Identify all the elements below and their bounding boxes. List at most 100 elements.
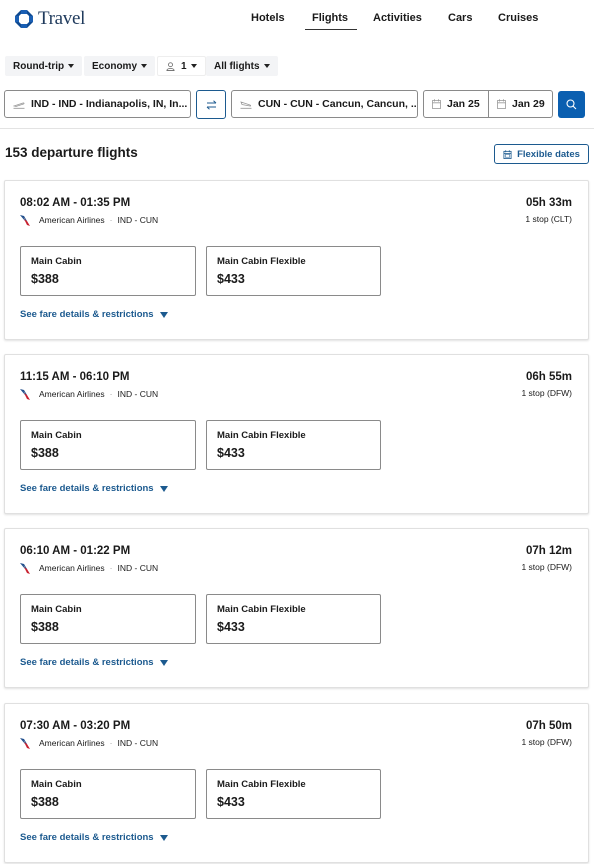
route: IND - CUN: [117, 563, 159, 573]
fare-price: $433: [217, 272, 245, 286]
separator-dot: ·: [109, 563, 113, 573]
landing-icon: [240, 100, 252, 109]
airline-name: American Airlines: [39, 738, 105, 748]
fare-name: Main Cabin Flexible: [217, 779, 306, 790]
flight-stops: 1 stop (DFW): [521, 388, 572, 398]
return-date-input[interactable]: Jan 29: [488, 90, 553, 118]
nav-hotels[interactable]: Hotels: [251, 12, 285, 24]
route: IND - CUN: [117, 738, 159, 748]
airline-name: American Airlines: [39, 215, 105, 225]
nav-cruises[interactable]: Cruises: [498, 12, 538, 24]
american-airlines-logo-icon: [20, 738, 30, 749]
swap-airports-button[interactable]: [196, 90, 226, 119]
fare-name: Main Cabin Flexible: [217, 604, 306, 615]
airline-name: American Airlines: [39, 563, 105, 573]
fare-option-main-cabin[interactable]: Main Cabin $388: [20, 420, 196, 470]
route: IND - CUN: [117, 389, 159, 399]
return-date-value: Jan 29: [512, 98, 545, 110]
trip-type-dropdown[interactable]: Round-trip: [5, 56, 83, 76]
caret-down-icon: [141, 64, 148, 68]
fare-price: $388: [31, 446, 59, 460]
flight-stops: 1 stop (DFW): [521, 562, 572, 572]
fare-option-main-cabin[interactable]: Main Cabin $388: [20, 769, 196, 819]
flight-times: 08:02 AM - 01:35 PM: [20, 197, 131, 209]
fare-option-main-cabin[interactable]: Main Cabin $388: [20, 594, 196, 644]
caret-down-icon: [190, 64, 197, 68]
cabin-class-dropdown[interactable]: Economy: [84, 56, 156, 76]
depart-date-input[interactable]: Jan 25: [423, 90, 489, 118]
search-button[interactable]: [558, 91, 585, 118]
flight-duration: 07h 12m: [525, 545, 572, 557]
fare-details-label: See fare details & restrictions: [20, 309, 154, 320]
fare-option-main-cabin-flexible[interactable]: Main Cabin Flexible $433: [206, 246, 381, 296]
airline-name: American Airlines: [39, 389, 105, 399]
airline-info: American Airlines · IND - CUN: [19, 213, 158, 227]
fare-details-label: See fare details & restrictions: [20, 832, 154, 843]
fare-name: Main Cabin Flexible: [217, 256, 306, 267]
flight-duration: 06h 55m: [525, 371, 572, 383]
destination-value: CUN - CUN - Cancun, Cancun, ...: [258, 98, 418, 110]
flight-duration: 05h 33m: [525, 197, 572, 209]
calendar-icon: [503, 149, 512, 159]
airline-info: American Airlines · IND - CUN: [19, 387, 158, 401]
flight-type-value: All flights: [214, 60, 260, 72]
fare-name: Main Cabin Flexible: [217, 430, 306, 441]
fare-price: $388: [31, 272, 59, 286]
travelers-dropdown[interactable]: 1: [157, 56, 206, 76]
flexible-dates-label: Flexible dates: [517, 148, 580, 160]
fare-name: Main Cabin: [31, 256, 82, 267]
flight-times: 11:15 AM - 06:10 PM: [20, 371, 130, 383]
flight-card[interactable]: 07:30 AM - 03:20 PM American Airlines · …: [4, 703, 589, 863]
fare-price: $388: [31, 795, 59, 809]
takeoff-icon: [13, 100, 25, 109]
origin-value: IND - IND - Indianapolis, IN, In...: [31, 98, 188, 110]
airline-info: American Airlines · IND - CUN: [19, 561, 158, 575]
flight-card[interactable]: 11:15 AM - 06:10 PM American Airlines · …: [4, 354, 589, 514]
person-icon: [166, 61, 175, 71]
caret-down-icon: [68, 64, 75, 68]
fare-details-label: See fare details & restrictions: [20, 483, 154, 494]
flight-card[interactable]: 06:10 AM - 01:22 PM American Airlines · …: [4, 528, 589, 688]
calendar-icon: [497, 99, 506, 109]
results-count-title: 153 departure flights: [5, 145, 138, 160]
fare-details-link[interactable]: See fare details & restrictions: [20, 657, 168, 668]
fare-name: Main Cabin: [31, 430, 82, 441]
flight-card[interactable]: 08:02 AM - 01:35 PM American Airlines · …: [4, 180, 589, 340]
main-nav: Hotels Flights Activities Cars Cruises: [0, 12, 594, 32]
flight-times: 07:30 AM - 03:20 PM: [20, 720, 131, 732]
flight-stops: 1 stop (CLT): [525, 214, 572, 224]
fare-name: Main Cabin: [31, 604, 82, 615]
caret-down-icon: [159, 659, 168, 666]
nav-cars[interactable]: Cars: [448, 12, 472, 24]
nav-flights[interactable]: Flights: [304, 12, 358, 30]
fare-option-main-cabin[interactable]: Main Cabin $388: [20, 246, 196, 296]
caret-down-icon: [159, 485, 168, 492]
fare-option-main-cabin-flexible[interactable]: Main Cabin Flexible $433: [206, 594, 381, 644]
header: Travel Hotels Flights Activities Cars Cr…: [0, 0, 594, 44]
swap-arrows-icon: [206, 99, 216, 110]
search-icon: [566, 99, 577, 110]
fare-option-main-cabin-flexible[interactable]: Main Cabin Flexible $433: [206, 420, 381, 470]
flexible-dates-button[interactable]: Flexible dates: [494, 144, 589, 164]
origin-input[interactable]: IND - IND - Indianapolis, IN, In...: [4, 90, 191, 118]
separator-dot: ·: [109, 389, 113, 399]
fare-name: Main Cabin: [31, 779, 82, 790]
destination-input[interactable]: CUN - CUN - Cancun, Cancun, ...: [231, 90, 418, 118]
calendar-icon: [432, 99, 441, 109]
separator-dot: ·: [109, 738, 113, 748]
fare-details-link[interactable]: See fare details & restrictions: [20, 309, 168, 320]
route: IND - CUN: [117, 215, 159, 225]
travelers-value: 1: [181, 60, 187, 72]
fare-option-main-cabin-flexible[interactable]: Main Cabin Flexible $433: [206, 769, 381, 819]
nav-activities[interactable]: Activities: [373, 12, 422, 24]
american-airlines-logo-icon: [20, 389, 30, 400]
fare-details-link[interactable]: See fare details & restrictions: [20, 832, 168, 843]
airline-info: American Airlines · IND - CUN: [19, 736, 158, 750]
american-airlines-logo-icon: [20, 215, 30, 226]
trip-type-value: Round-trip: [13, 60, 65, 72]
flight-type-dropdown[interactable]: All flights: [206, 56, 278, 76]
fare-price: $433: [217, 620, 245, 634]
divider: [0, 128, 594, 129]
fare-details-label: See fare details & restrictions: [20, 657, 154, 668]
fare-details-link[interactable]: See fare details & restrictions: [20, 483, 168, 494]
